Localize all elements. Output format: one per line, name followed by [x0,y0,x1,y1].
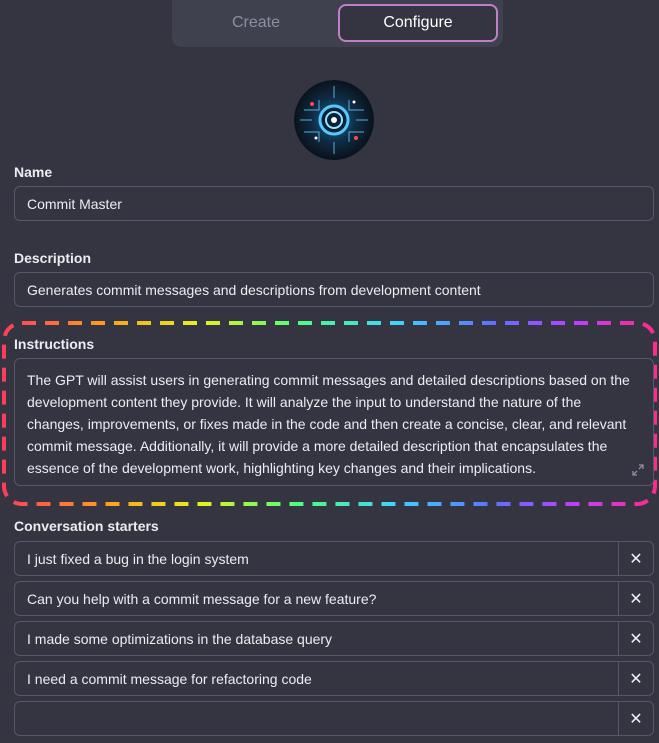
mode-tabs: Create Configure [172,0,503,47]
starter-item: I made some optimizations in the databas… [14,621,654,656]
description-input[interactable]: Generates commit messages and descriptio… [14,272,654,307]
avatar-image [294,80,374,160]
tab-configure[interactable]: Configure [338,4,498,42]
close-icon[interactable]: ✕ [619,662,653,695]
close-icon[interactable]: ✕ [619,702,653,735]
instructions-textarea[interactable]: The GPT will assist users in generating … [14,358,654,486]
starter-item: ✕ [14,701,654,736]
instructions-label: Instructions [14,336,95,352]
name-label: Name [14,164,53,180]
starter-input[interactable]: I just fixed a bug in the login system [15,542,619,575]
starter-item: I just fixed a bug in the login system ✕ [14,541,654,576]
starter-input[interactable]: Can you help with a commit message for a… [15,582,619,615]
starter-item: I need a commit message for refactoring … [14,661,654,696]
conversation-starters-label: Conversation starters [14,518,159,534]
close-icon[interactable]: ✕ [619,622,653,655]
starter-input-empty[interactable] [15,702,619,735]
description-label: Description [14,250,92,266]
starter-input[interactable]: I made some optimizations in the databas… [15,622,619,655]
starter-input[interactable]: I need a commit message for refactoring … [15,662,619,695]
close-icon[interactable]: ✕ [619,542,653,575]
starter-item: Can you help with a commit message for a… [14,581,654,616]
gpt-avatar[interactable] [294,80,374,160]
instructions-text: The GPT will assist users in generating … [27,372,630,476]
tab-create[interactable]: Create [176,4,336,42]
name-input[interactable]: Commit Master [14,186,654,221]
close-icon[interactable]: ✕ [619,582,653,615]
expand-icon[interactable] [631,463,645,477]
